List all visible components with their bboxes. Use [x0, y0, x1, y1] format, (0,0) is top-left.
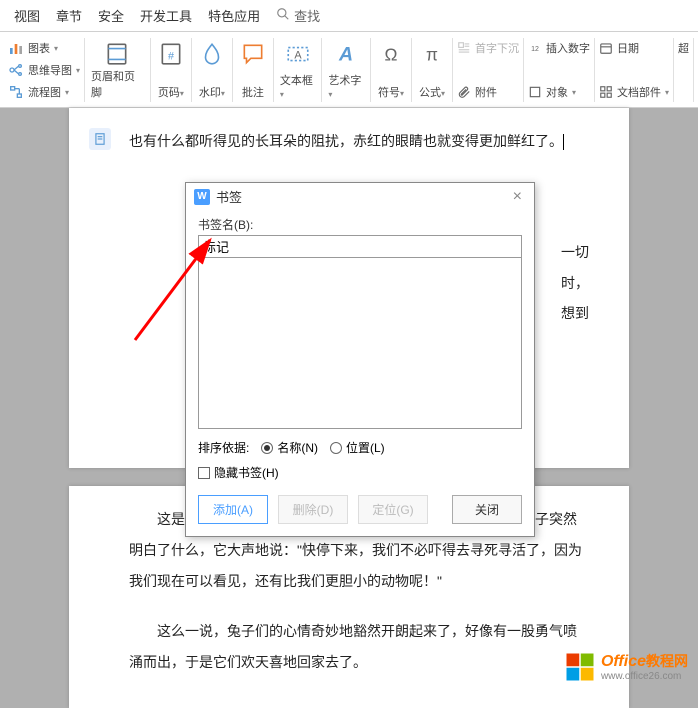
doc-paragraph[interactable]: 这么一说，兔子们的心情奇妙地豁然开朗起来了，好像有一股勇气喷涌而出，于是它们欢天…	[129, 616, 589, 678]
textbox-icon: A	[284, 40, 312, 68]
delete-button: 删除(D)	[278, 495, 348, 524]
sort-name-radio[interactable]: 名称(N)	[261, 439, 318, 456]
formula-button[interactable]: π 公式▾	[412, 38, 453, 102]
comment-button[interactable]: 批注	[233, 38, 274, 102]
date-button[interactable]: 日期	[599, 40, 639, 56]
mindmap-button[interactable]: 思维导图▾	[8, 62, 80, 78]
bookmark-name-label: 书签名(B):	[198, 216, 522, 233]
wordart-button[interactable]: A 艺术字▾	[322, 38, 371, 102]
svg-text:A: A	[338, 44, 353, 66]
text-cursor	[563, 134, 564, 150]
ribbon-toolbar: 图表▾ 思维导图▾ 流程图▾ 页眉和页脚 # 页码▾ 水印▾ 批注	[0, 32, 698, 108]
wordart-icon: A	[332, 40, 360, 68]
page-number-icon: #	[157, 40, 185, 68]
header-footer-icon	[103, 40, 131, 68]
header-footer-button[interactable]: 页眉和页脚	[85, 38, 151, 102]
menu-security[interactable]: 安全	[98, 6, 124, 25]
formula-icon: π	[418, 40, 446, 68]
menu-chapter[interactable]: 章节	[56, 6, 82, 25]
dialog-titlebar[interactable]: W 书签 ×	[186, 183, 534, 210]
add-button[interactable]: 添加(A)	[198, 495, 268, 524]
watermark-icon	[198, 40, 226, 68]
search-icon	[276, 7, 290, 24]
symbol-icon: Ω	[377, 40, 405, 68]
svg-text:A: A	[294, 49, 302, 61]
sort-label: 排序依据:	[198, 439, 249, 456]
docparts-button[interactable]: 文档部件▾	[599, 84, 669, 100]
menu-bar: 视图 章节 安全 开发工具 特色应用 查找	[0, 0, 698, 32]
attachment-button[interactable]: 附件	[457, 84, 497, 100]
svg-text:#: #	[168, 50, 174, 62]
sort-location-radio[interactable]: 位置(L)	[330, 439, 385, 456]
close-icon[interactable]: ×	[509, 188, 526, 206]
textbox-button[interactable]: A 文本框▾	[274, 38, 323, 102]
office-logo-icon	[565, 652, 595, 682]
search-button[interactable]: 查找	[276, 6, 320, 25]
dialog-title-text: 书签	[216, 187, 242, 206]
watermark-logo: Office教程网 www.office26.com	[565, 651, 688, 682]
comment-icon	[239, 40, 267, 68]
chart-button[interactable]: 图表▾	[8, 40, 58, 56]
wps-logo-icon: W	[194, 189, 210, 205]
watermark-button[interactable]: 水印▾	[192, 38, 233, 102]
goto-button: 定位(G)	[358, 495, 428, 524]
insert-number-button[interactable]: 12 插入数字	[528, 40, 590, 56]
hide-bookmark-checkbox[interactable]: 隐藏书签(H)	[198, 464, 279, 481]
bookmark-name-input[interactable]	[198, 235, 522, 258]
symbol-button[interactable]: Ω 符号▾	[371, 38, 412, 102]
svg-text:π: π	[426, 45, 438, 65]
flowchart-button[interactable]: 流程图▾	[8, 84, 69, 100]
page-number-button[interactable]: # 页码▾	[151, 38, 192, 102]
search-label: 查找	[294, 6, 320, 25]
close-button[interactable]: 关闭	[452, 495, 522, 524]
menu-devtools[interactable]: 开发工具	[140, 6, 192, 25]
doc-paragraph[interactable]: 也有什么都听得见的长耳朵的阻扰，赤红的眼睛也就变得更加鲜红了。	[129, 126, 589, 157]
dropcap-button[interactable]: 首字下沉	[457, 40, 519, 56]
svg-text:Ω: Ω	[385, 45, 398, 65]
more-button[interactable]: 超	[678, 40, 689, 56]
menu-view[interactable]: 视图	[14, 6, 40, 25]
bookmark-listbox[interactable]	[198, 257, 522, 429]
section-icon[interactable]	[89, 128, 111, 150]
menu-special[interactable]: 特色应用	[208, 6, 260, 25]
svg-text:12: 12	[531, 46, 539, 53]
object-button[interactable]: 对象▾	[528, 84, 576, 100]
bookmark-dialog: W 书签 × 书签名(B): 排序依据: 名称(N) 位置(L) 隐藏书签(H)	[185, 182, 535, 537]
